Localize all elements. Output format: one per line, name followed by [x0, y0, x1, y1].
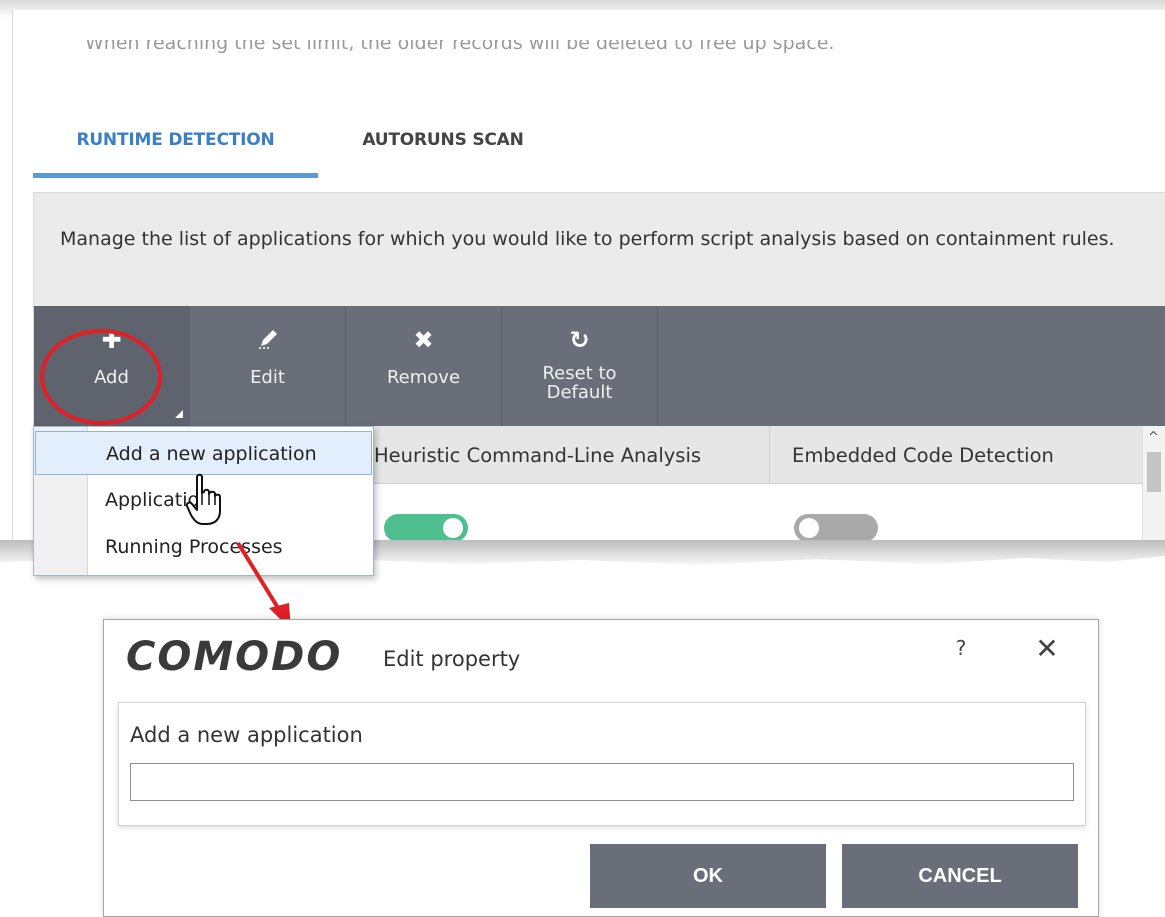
dialog-title: Edit property — [383, 647, 521, 671]
remove-button-label: Remove — [386, 367, 461, 388]
help-button[interactable]: ? — [946, 636, 976, 666]
embedded-toggle[interactable] — [794, 514, 878, 542]
toolbar: ✚ Add Edit ✖ Remove ↻ Reset to Default — [34, 306, 1165, 426]
menu-item-add-new-application[interactable]: Add a new application — [35, 431, 372, 475]
vertical-scrollbar[interactable]: ^ — [1142, 426, 1165, 550]
dialog-title-bar: COMODO Edit property ? ✕ — [104, 620, 1098, 700]
application-field-label: Add a new application — [130, 723, 363, 747]
toggle-knob — [443, 518, 463, 538]
application-input[interactable] — [130, 763, 1074, 801]
column-header-heuristic[interactable]: Heuristic Command-Line Analysis — [374, 426, 769, 484]
edit-button[interactable]: Edit — [190, 306, 345, 426]
storage-limit-note: When reaching the set limit, the older r… — [85, 32, 835, 54]
dropdown-corner-icon — [175, 410, 183, 418]
ok-button[interactable]: OK — [590, 844, 826, 908]
reset-label-line2: Default — [546, 382, 613, 403]
hand-pointer-icon — [185, 473, 221, 525]
reset-label-line1: Reset to — [542, 363, 617, 384]
scrollbar-thumb[interactable] — [1147, 452, 1161, 492]
edit-property-dialog: COMODO Edit property ? ✕ Add a new appli… — [103, 619, 1099, 917]
remove-button[interactable]: ✖ Remove — [346, 306, 501, 426]
toggle-knob — [799, 518, 819, 538]
heuristic-toggle[interactable] — [384, 514, 468, 542]
column-header-embedded[interactable]: Embedded Code Detection — [769, 426, 1142, 484]
reset-button-label: Reset to Default — [502, 364, 657, 402]
reset-to-default-button[interactable]: ↻ Reset to Default — [502, 306, 657, 426]
edit-button-label: Edit — [250, 367, 285, 388]
cancel-button[interactable]: CANCEL — [842, 844, 1078, 908]
toolbar-divider — [657, 306, 658, 426]
scroll-up-icon[interactable]: ^ — [1148, 430, 1159, 445]
section-description: Manage the list of applications for whic… — [60, 228, 1115, 250]
tab-bar: RUNTIME DETECTION AUTORUNS SCAN — [33, 102, 1165, 178]
x-icon: ✖ — [413, 326, 434, 354]
annotation-circle — [40, 329, 162, 425]
close-button[interactable]: ✕ — [1030, 634, 1064, 668]
pencil-icon — [190, 326, 345, 356]
comodo-logo: COMODO — [126, 634, 343, 680]
menu-item-running-processes[interactable]: Running Processes — [35, 525, 372, 569]
tab-runtime-detection[interactable]: RUNTIME DETECTION — [33, 102, 318, 178]
refresh-icon: ↻ — [569, 326, 590, 354]
tab-autoruns-scan[interactable]: AUTORUNS SCAN — [318, 102, 568, 178]
dialog-body: Add a new application — [118, 702, 1086, 826]
